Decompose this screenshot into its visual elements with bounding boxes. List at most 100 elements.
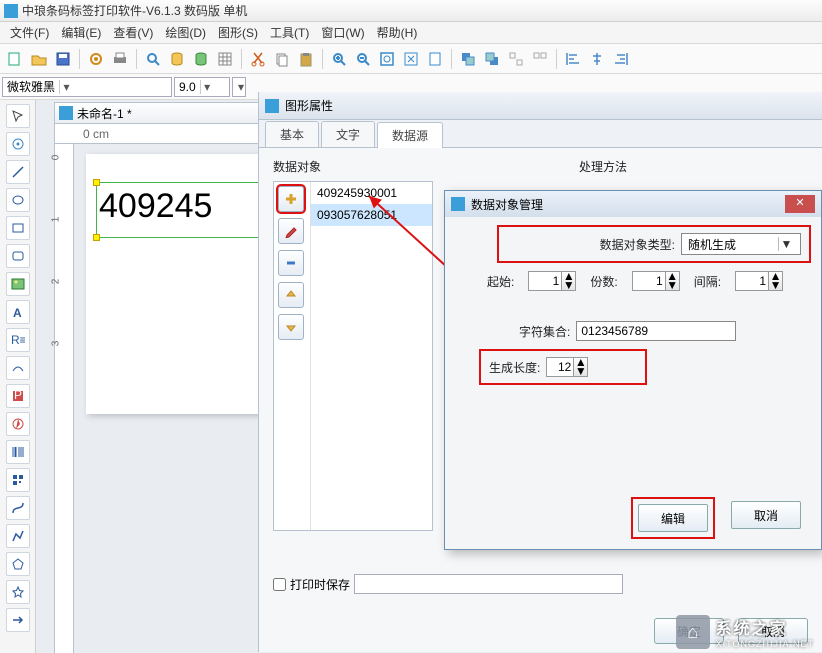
arrow-tool[interactable] (6, 608, 30, 632)
type-value: 随机生成 (688, 236, 736, 253)
main-toolbar (0, 44, 822, 74)
close-icon[interactable]: ✕ (785, 195, 815, 213)
cut-button[interactable] (247, 48, 269, 70)
font-name-combo[interactable]: 微软雅黑 ▾ (2, 77, 172, 97)
save-button[interactable] (52, 48, 74, 70)
dialog-edit-button[interactable]: 编辑 (638, 504, 708, 532)
ruler-tick: 3 (50, 341, 61, 347)
tab-datasource[interactable]: 数据源 (377, 122, 443, 148)
send-back-button[interactable] (481, 48, 503, 70)
zoom-page-button[interactable] (424, 48, 446, 70)
dialog-titlebar[interactable]: 数据对象管理 ✕ (445, 191, 821, 217)
interval-input[interactable] (735, 271, 769, 291)
font-extra-dropdown[interactable]: ▾ (232, 77, 246, 97)
select-tool[interactable] (6, 104, 30, 128)
charset-input[interactable] (576, 321, 736, 341)
menu-file[interactable]: 文件(F) (4, 22, 55, 43)
menu-tool[interactable]: 工具(T) (264, 22, 315, 43)
menu-edit[interactable]: 编辑(E) (55, 22, 107, 43)
dialog-body: 数据对象类型: 随机生成 ▼ 起始: ▲▼ 份数: ▲▼ 间隔: ▲▼ 字符集合… (445, 217, 821, 549)
panel-icon (265, 99, 279, 113)
interval-spinner[interactable]: ▲▼ (735, 271, 783, 291)
tab-text[interactable]: 文字 (321, 121, 375, 147)
text-object-selected[interactable]: 409245 (96, 182, 276, 238)
dialog-cancel-button[interactable]: 取消 (731, 501, 801, 529)
print-button[interactable] (109, 48, 131, 70)
image-tool[interactable] (6, 272, 30, 296)
count-label: 份数: (590, 273, 617, 290)
zoom-in-button[interactable] (328, 48, 350, 70)
count-input[interactable] (632, 271, 666, 291)
count-spinner[interactable]: ▲▼ (632, 271, 680, 291)
data-list-item[interactable]: 093057628051 (311, 204, 432, 226)
print-save-label: 打印时保存 (290, 576, 350, 593)
font-size-value: 9.0 (179, 80, 196, 94)
ellipse-tool[interactable] (6, 188, 30, 212)
menu-view[interactable]: 查看(V) (107, 22, 159, 43)
font-name-value: 微软雅黑 (7, 78, 55, 95)
new-button[interactable] (4, 48, 26, 70)
align-left-button[interactable] (562, 48, 584, 70)
database-link-button[interactable] (190, 48, 212, 70)
ungroup-button[interactable] (529, 48, 551, 70)
start-input[interactable] (528, 271, 562, 291)
zoom-actual-button[interactable] (400, 48, 422, 70)
curve-tool[interactable] (6, 496, 30, 520)
text-tool[interactable]: A (6, 300, 30, 324)
pan-tool[interactable] (6, 132, 30, 156)
menu-help[interactable]: 帮助(H) (371, 22, 424, 43)
group-button[interactable] (505, 48, 527, 70)
grid-button[interactable] (214, 48, 236, 70)
move-down-button[interactable] (278, 314, 304, 340)
start-spinner[interactable]: ▲▼ (528, 271, 576, 291)
pdf-tool[interactable]: PDF (6, 384, 30, 408)
zoom-fit-button[interactable] (376, 48, 398, 70)
menu-draw[interactable]: 绘图(D) (159, 22, 212, 43)
font-size-combo[interactable]: 9.0 ▾ (174, 77, 230, 97)
paste-button[interactable] (295, 48, 317, 70)
tab-basic[interactable]: 基本 (265, 121, 319, 147)
compass-tool[interactable] (6, 412, 30, 436)
richtext-tool[interactable]: R≡ (6, 328, 30, 352)
curvetext-tool[interactable] (6, 356, 30, 380)
polygon-tool[interactable] (6, 552, 30, 576)
print-save-path[interactable] (354, 574, 623, 594)
menu-shape[interactable]: 图形(S) (212, 22, 264, 43)
zoom-out-button[interactable] (352, 48, 374, 70)
rect-tool[interactable] (6, 216, 30, 240)
dialog-icon (451, 197, 465, 211)
print-save-checkbox[interactable] (273, 578, 286, 591)
qrcode-tool[interactable] (6, 468, 30, 492)
add-data-button[interactable] (278, 186, 304, 212)
polyline-tool[interactable] (6, 524, 30, 548)
barcode-tool[interactable] (6, 440, 30, 464)
data-list-item[interactable]: 409245930001 (311, 182, 432, 204)
menu-window[interactable]: 窗口(W) (315, 22, 370, 43)
watermark-url: XITONGZHIJIA.NET (716, 639, 814, 649)
type-combo[interactable]: 随机生成 ▼ (681, 233, 801, 255)
align-right-button[interactable] (610, 48, 632, 70)
resize-handle[interactable] (93, 179, 100, 186)
align-center-button[interactable] (586, 48, 608, 70)
menubar: 文件(F) 编辑(E) 查看(V) 绘图(D) 图形(S) 工具(T) 窗口(W… (0, 22, 822, 44)
properties-titlebar[interactable]: 图形属性 (259, 92, 822, 120)
database-button[interactable] (166, 48, 188, 70)
preview-button[interactable] (142, 48, 164, 70)
edit-data-button[interactable] (278, 218, 304, 244)
ruler-tick: 1 (50, 217, 61, 223)
text-object-value: 409245 (97, 183, 275, 230)
line-tool[interactable] (6, 160, 30, 184)
length-spinner[interactable]: ▲▼ (546, 357, 588, 377)
remove-data-button[interactable] (278, 250, 304, 276)
copy-button[interactable] (271, 48, 293, 70)
label-page[interactable]: 409245 (86, 154, 286, 414)
bring-front-button[interactable] (457, 48, 479, 70)
svg-text:A: A (13, 306, 22, 319)
star-tool[interactable] (6, 580, 30, 604)
roundrect-tool[interactable] (6, 244, 30, 268)
settings-button[interactable] (85, 48, 107, 70)
length-input[interactable] (546, 357, 574, 377)
move-up-button[interactable] (278, 282, 304, 308)
resize-handle[interactable] (93, 234, 100, 241)
open-button[interactable] (28, 48, 50, 70)
